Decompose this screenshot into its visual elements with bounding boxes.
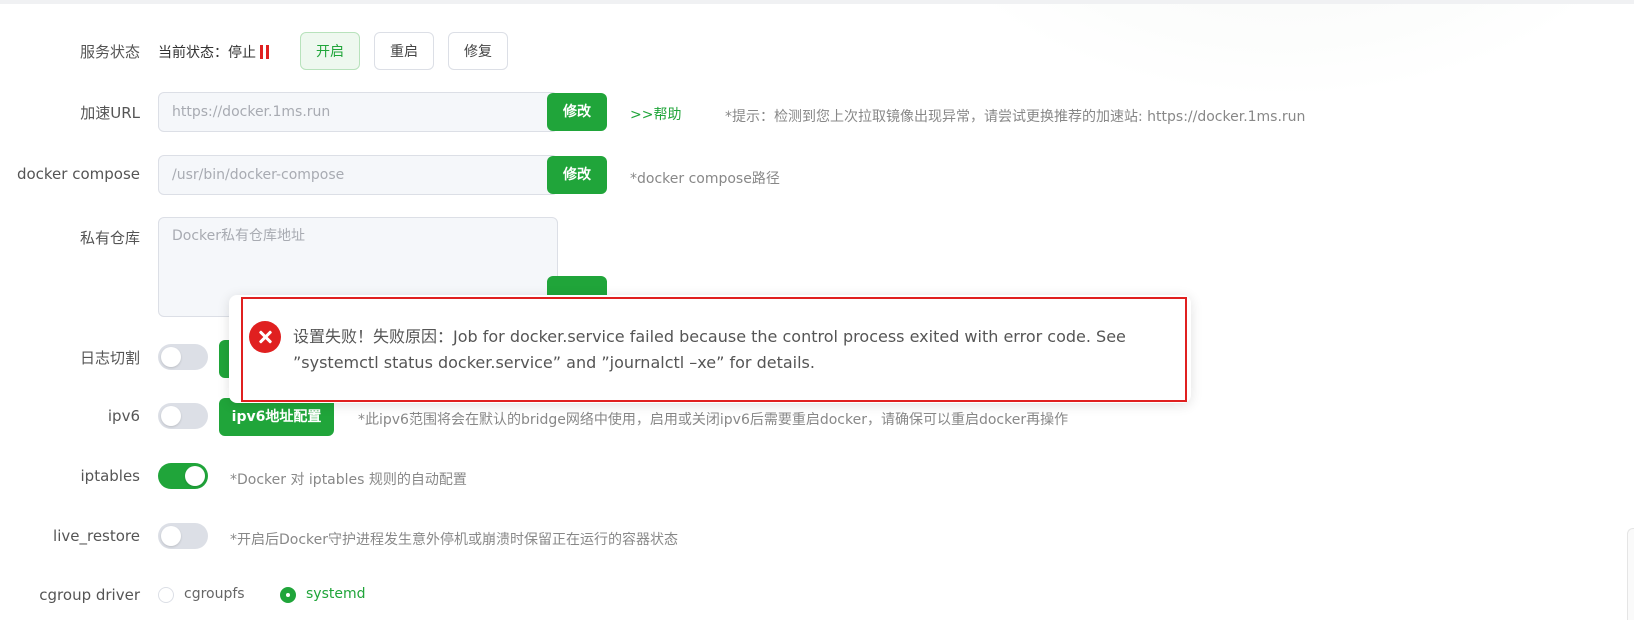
repair-button[interactable]: 修复 xyxy=(448,32,508,70)
current-state: 当前状态：停止 xyxy=(158,42,270,62)
ipv6-row: ipv6 ipv6地址配置 *此ipv6范围将会在默认的bridge网络中使用，… xyxy=(0,398,1634,436)
accel-url-label: 加速URL xyxy=(80,104,140,122)
live-restore-label: live_restore xyxy=(53,527,140,545)
log-rotate-label: 日志切割 xyxy=(79,349,140,367)
docker-compose-path-input[interactable] xyxy=(158,155,558,195)
live-restore-row: live_restore *开启后Docker守护进程发生意外停机或崩溃时保留正… xyxy=(0,522,1634,552)
switch-knob xyxy=(161,406,181,426)
docker-compose-label: docker compose xyxy=(16,165,140,183)
accel-url-hint: *提示：检测到您上次拉取镜像出现异常，请尝试更换推荐的加速站: https://… xyxy=(725,109,1306,125)
ipv6-label: ipv6 xyxy=(107,407,140,425)
switch-knob xyxy=(161,526,181,546)
accel-url-modify-button[interactable]: 修改 xyxy=(547,93,607,131)
top-divider xyxy=(0,0,1634,4)
cgroup-driver-row: cgroup driver cgroupfs systemd xyxy=(0,582,1634,612)
iptables-label: iptables xyxy=(80,467,141,485)
cgroup-driver-label: cgroup driver xyxy=(39,586,140,604)
docker-settings-page: 服务状态 当前状态：停止 开启 重启 修复 加速URL 修改 >>帮助 *提示：… xyxy=(0,0,1634,620)
error-toast: 设置失败！失败原因：Job for docker.service failed … xyxy=(241,297,1187,402)
ipv6-config-button[interactable]: ipv6地址配置 xyxy=(219,398,334,436)
cgroupfs-radio[interactable] xyxy=(158,587,174,603)
service-status-label: 服务状态 xyxy=(79,43,140,61)
ipv6-hint: *此ipv6范围将会在默认的bridge网络中使用，启用或关闭ipv6后需要重启… xyxy=(358,412,1069,428)
error-message: 设置失败！失败原因：Job for docker.service failed … xyxy=(293,324,1173,376)
docker-compose-row: docker compose 修改 *docker compose路径 xyxy=(0,155,1634,197)
docker-compose-modify-button[interactable]: 修改 xyxy=(547,156,607,194)
stopped-pause-icon xyxy=(260,45,270,59)
start-button[interactable]: 开启 xyxy=(300,32,360,70)
switch-knob xyxy=(185,466,205,486)
service-status-row: 服务状态 当前状态：停止 开启 重启 修复 xyxy=(0,30,1634,72)
restart-button[interactable]: 重启 xyxy=(374,32,434,70)
iptables-hint: *Docker 对 iptables 规则的自动配置 xyxy=(230,472,467,488)
error-message-line1: 设置失败！失败原因：Job for docker.service failed … xyxy=(293,327,1126,346)
live-restore-switch[interactable] xyxy=(158,523,208,549)
error-x-icon xyxy=(249,321,281,353)
systemd-radio[interactable] xyxy=(280,587,296,603)
iptables-row: iptables *Docker 对 iptables 规则的自动配置 xyxy=(0,462,1634,492)
current-state-text: 当前状态：停止 xyxy=(158,45,256,61)
help-link[interactable]: >>帮助 xyxy=(630,104,681,124)
systemd-option-label: systemd xyxy=(306,586,366,602)
scrollbar-edge[interactable] xyxy=(1627,528,1634,620)
private-registry-label: 私有仓库 xyxy=(79,229,140,247)
log-rotate-switch[interactable] xyxy=(158,344,208,370)
live-restore-hint: *开启后Docker守护进程发生意外停机或崩溃时保留正在运行的容器状态 xyxy=(230,532,679,548)
cgroupfs-option-label: cgroupfs xyxy=(184,586,245,602)
accel-url-input[interactable] xyxy=(158,92,558,132)
iptables-switch[interactable] xyxy=(158,463,208,489)
docker-compose-hint: *docker compose路径 xyxy=(630,171,780,187)
switch-knob xyxy=(161,347,181,367)
error-message-line2: ”systemctl status docker.service” and ”j… xyxy=(293,353,815,372)
ipv6-switch[interactable] xyxy=(158,403,208,429)
accel-url-row: 加速URL 修改 >>帮助 *提示：检测到您上次拉取镜像出现异常，请尝试更换推荐… xyxy=(0,92,1634,134)
